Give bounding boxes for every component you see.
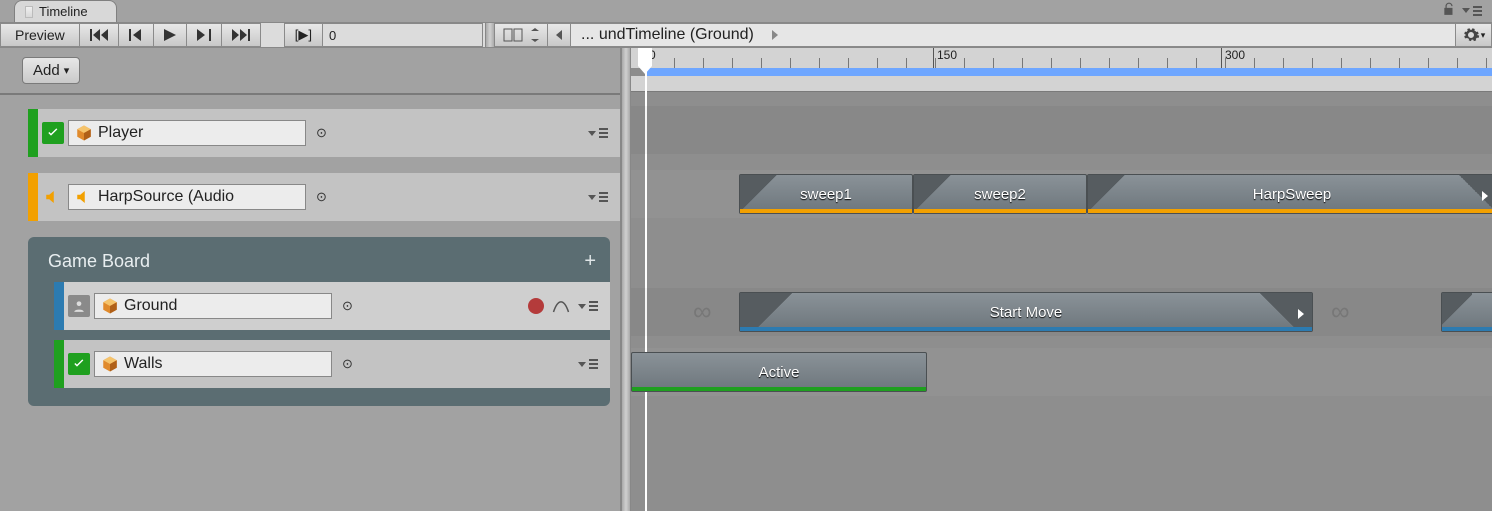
track-ground[interactable]: Ground ⊙: [54, 282, 610, 330]
track-menu-icon[interactable]: [578, 300, 598, 312]
clip-label: Active: [759, 364, 800, 381]
track-name: Player: [98, 124, 143, 142]
clip-row-ground[interactable]: ∞ Start Move ∞: [631, 288, 1492, 336]
clip-active[interactable]: Active: [631, 352, 927, 392]
lock-icon[interactable]: [1442, 2, 1456, 19]
track-player[interactable]: Player ⊙: [28, 109, 620, 157]
track-color: [28, 173, 38, 221]
frame-field[interactable]: 0: [323, 23, 483, 47]
track-group-gameboard[interactable]: Game Board + Ground ⊙: [28, 237, 610, 406]
add-label: Add: [33, 62, 60, 79]
breadcrumb-text: ... undTimeline (Ground): [581, 26, 754, 44]
track-color: [54, 282, 64, 330]
toolbar: Preview [▶] 0 ... undTimeline (Ground) ▾: [0, 22, 1492, 48]
gameobject-icon: [75, 124, 93, 142]
track-walls[interactable]: Walls ⊙: [54, 340, 610, 388]
curves-icon[interactable]: [552, 297, 570, 315]
tab-timeline[interactable]: Timeline: [14, 0, 117, 22]
tab-title: Timeline: [39, 4, 88, 19]
preview-button[interactable]: Preview: [0, 23, 80, 47]
clip-sweep2[interactable]: sweep2: [913, 174, 1087, 214]
chevron-right-icon: [772, 30, 778, 40]
frame-value: 0: [329, 28, 336, 43]
breadcrumb[interactable]: ... undTimeline (Ground): [571, 23, 1456, 47]
check-icon[interactable]: [42, 122, 64, 144]
edit-mode-button[interactable]: [495, 23, 548, 47]
avatar-mask-icon[interactable]: [68, 295, 90, 317]
track-color: [28, 109, 38, 157]
loop-icon: [1482, 191, 1488, 201]
check-icon[interactable]: [68, 353, 90, 375]
clip-row-group-header: [631, 230, 1492, 272]
pane-menu-icon[interactable]: [1462, 5, 1482, 17]
gameobject-icon: [101, 355, 119, 373]
track-menu-icon[interactable]: [588, 191, 608, 203]
record-target-icon[interactable]: ⊙: [316, 125, 327, 141]
clip-startmove[interactable]: Start Move: [739, 292, 1313, 332]
toolbar-splitter[interactable]: [485, 23, 495, 47]
clip-label: sweep1: [800, 186, 852, 203]
clip-row-harp[interactable]: sweep1 sweep2 HarpSweep: [631, 170, 1492, 218]
record-target-icon[interactable]: ⊙: [342, 298, 353, 314]
time-ruler[interactable]: 0150300: [631, 48, 1492, 92]
play-button[interactable]: [154, 23, 187, 47]
loop-icon: [1298, 309, 1304, 319]
goto-end-button[interactable]: [222, 23, 261, 47]
clip-row-walls[interactable]: Active: [631, 348, 1492, 396]
track-binding-field[interactable]: Ground: [94, 293, 332, 319]
track-name: HarpSource (Audio: [98, 188, 234, 206]
clip-area[interactable]: 0150300 sweep1 sweep2: [631, 48, 1492, 511]
group-add-button[interactable]: +: [584, 250, 596, 273]
track-color: [54, 340, 64, 388]
goto-start-button[interactable]: [79, 23, 119, 47]
clip-ground-extra[interactable]: [1441, 292, 1492, 332]
track-name: Ground: [124, 297, 177, 315]
group-name: Game Board: [48, 251, 150, 272]
track-menu-icon[interactable]: [578, 358, 598, 370]
settings-button[interactable]: ▾: [1456, 23, 1492, 47]
vertical-splitter[interactable]: [621, 48, 631, 511]
audio-track-icon: [42, 186, 64, 208]
tab-bar: Timeline: [0, 0, 1492, 22]
breadcrumb-back[interactable]: [548, 23, 571, 47]
add-track-button[interactable]: Add▾: [22, 57, 80, 84]
track-binding-field[interactable]: Player: [68, 120, 306, 146]
gameobject-icon: [101, 297, 119, 315]
clip-harpsweep[interactable]: HarpSweep: [1087, 174, 1492, 214]
track-name: Walls: [124, 355, 163, 373]
record-target-icon[interactable]: ⊙: [316, 189, 327, 205]
tab-icon: [25, 6, 33, 18]
playhead-handle[interactable]: [638, 48, 652, 66]
clip-label: HarpSweep: [1253, 186, 1331, 203]
play-range-button[interactable]: [▶]: [284, 23, 323, 47]
track-binding-field[interactable]: HarpSource (Audio: [68, 184, 306, 210]
record-target-icon[interactable]: ⊙: [342, 356, 353, 372]
next-frame-button[interactable]: [187, 23, 222, 47]
infinity-icon: ∞: [693, 296, 712, 327]
prev-frame-button[interactable]: [119, 23, 154, 47]
infinity-icon: ∞: [1331, 296, 1350, 327]
track-header-panel: Add▾ Player ⊙: [0, 48, 621, 511]
record-button[interactable]: [528, 298, 544, 314]
clip-label: Start Move: [990, 304, 1063, 321]
track-menu-icon[interactable]: [588, 127, 608, 139]
clip-sweep1[interactable]: sweep1: [739, 174, 913, 214]
clip-row-player[interactable]: [631, 106, 1492, 154]
track-harpsource[interactable]: HarpSource (Audio ⊙: [28, 173, 620, 221]
clip-label: sweep2: [974, 186, 1026, 203]
track-binding-field[interactable]: Walls: [94, 351, 332, 377]
audiosource-icon: [75, 188, 93, 206]
